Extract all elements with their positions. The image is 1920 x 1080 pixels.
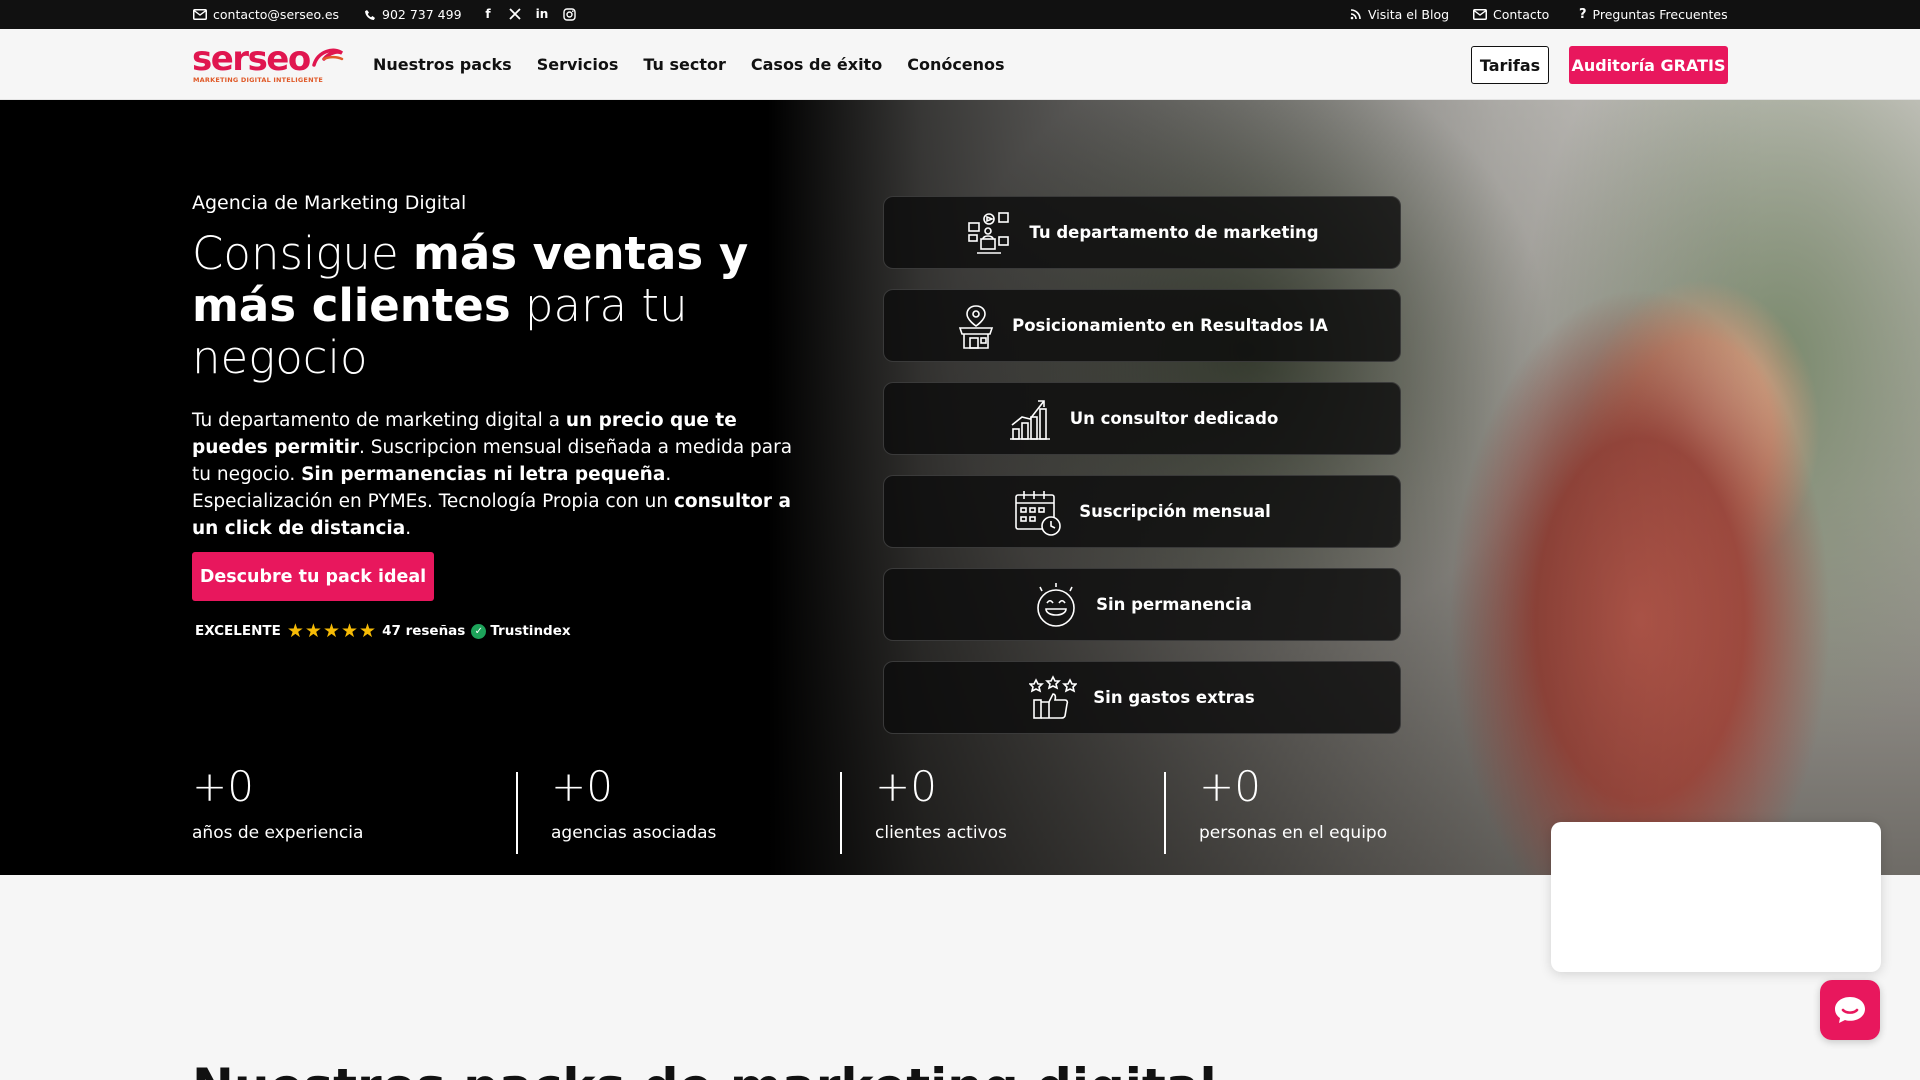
phone-icon [365, 9, 375, 20]
stat-value: +0 [551, 762, 613, 811]
location-store-icon [958, 304, 994, 349]
rss-icon [1350, 9, 1361, 20]
stat-label: personas en el equipo [1199, 823, 1388, 843]
contact-link[interactable]: Contacto [1473, 0, 1549, 29]
review-count: 47 reseñas [382, 623, 466, 639]
chat-popup[interactable] [1551, 822, 1881, 972]
stat-value: +0 [192, 762, 254, 811]
trustindex-text: Trustindex [490, 623, 571, 639]
nav-item-packs[interactable]: Nuestros packs [373, 55, 512, 74]
feature-card-marketing[interactable]: Tu departamento de marketing [883, 196, 1401, 269]
hero-subtitle: Agencia de Marketing Digital [192, 192, 467, 214]
chat-bubble-icon [1835, 997, 1865, 1023]
hero-title: Consigue más ventas y más clientes para … [192, 228, 772, 384]
blog-link[interactable]: Visita el Blog [1349, 0, 1449, 29]
stat-label: agencias asociadas [551, 823, 717, 843]
chat-launcher-button[interactable] [1820, 980, 1880, 1040]
logo-swoosh-icon [312, 48, 344, 67]
feature-label: Sin permanencia [1096, 595, 1252, 614]
feature-label: Tu departamento de marketing [1029, 223, 1319, 242]
growth-chart-icon [1009, 399, 1050, 440]
feature-label: Sin gastos extras [1093, 688, 1255, 707]
star-icon: ★ [322, 620, 340, 642]
happy-face-icon [1037, 582, 1075, 627]
logo-tagline: MARKETING DIGITAL INTELIGENTE [193, 76, 323, 84]
stat-label: años de experiencia [192, 823, 364, 843]
stat-agencies: +0 agencias asociadas [551, 762, 717, 844]
star-icon: ★ [304, 620, 322, 642]
stat-team: +0 personas en el equipo [1199, 762, 1388, 844]
feature-label: Posicionamiento en Resultados IA [1012, 316, 1328, 335]
feature-card-consultor[interactable]: Un consultor dedicado [883, 382, 1401, 455]
nav-item-conocenos[interactable]: Conócenos [907, 55, 1004, 74]
calendar-clock-icon [1015, 490, 1062, 536]
discover-pack-button[interactable]: Descubre tu pack ideal [192, 552, 434, 601]
stat-divider [1164, 772, 1166, 854]
feature-label: Un consultor dedicado [1069, 409, 1279, 428]
stat-value: +0 [875, 762, 937, 811]
nav-item-casos[interactable]: Casos de éxito [751, 55, 882, 74]
star-icon: ★ [286, 620, 304, 642]
faq-text: Preguntas Frecuentes [1592, 7, 1728, 22]
desc-highlight: Sin permanencias ni letra pequeña [301, 464, 666, 485]
stat-divider [516, 772, 518, 854]
blog-text: Visita el Blog [1368, 7, 1450, 22]
facebook-icon[interactable]: f [481, 7, 495, 21]
faq-link[interactable]: ? Preguntas Frecuentes [1579, 0, 1728, 29]
phone-link[interactable]: 902 737 499 [364, 0, 462, 29]
trustindex-rating[interactable]: EXCELENTE ★ ★ ★ ★ ★ 47 reseñas ✓ Trustindex [195, 620, 571, 642]
x-twitter-icon[interactable] [508, 7, 522, 21]
nav-item-sector[interactable]: Tu sector [643, 55, 726, 74]
stat-experience: +0 años de experiencia [192, 762, 364, 844]
rating-stars: ★ ★ ★ ★ ★ [286, 620, 377, 642]
email-text: contacto@serseo.es [213, 7, 340, 22]
stat-label: clientes activos [875, 823, 1007, 843]
email-link[interactable]: contacto@serseo.es [193, 0, 339, 29]
feature-card-permanencia[interactable]: Sin permanencia [883, 568, 1401, 641]
feature-card-suscripcion[interactable]: Suscripción mensual [883, 475, 1401, 548]
audit-button[interactable]: Auditoría GRATIS [1569, 46, 1728, 84]
question-icon: ? [1579, 7, 1587, 22]
logo-wordmark: serseo [192, 39, 311, 79]
phone-text: 902 737 499 [382, 7, 462, 22]
stat-divider [840, 772, 842, 854]
hero-section: Agencia de Marketing Digital Consigue má… [0, 100, 1920, 875]
packs-section-title: Nuestros packs de marketing digital [192, 1058, 1217, 1080]
nav-item-servicios[interactable]: Servicios [537, 55, 619, 74]
star-icon: ★ [359, 620, 377, 642]
serseo-logo[interactable]: serseo MARKETING DIGITAL INTELIGENTE [192, 39, 347, 88]
desc-text: . [405, 518, 412, 539]
stat-value: +0 [1199, 762, 1261, 811]
stat-clients: +0 clientes activos [875, 762, 1007, 844]
rating-label: EXCELENTE [195, 623, 281, 639]
verified-check-icon: ✓ [471, 623, 487, 639]
mail-icon [1473, 9, 1487, 20]
main-nav: Nuestros packs Servicios Tu sector Casos… [373, 29, 1005, 100]
linkedin-icon[interactable]: in [535, 7, 549, 21]
mail-icon [193, 9, 207, 20]
main-header: serseo MARKETING DIGITAL INTELIGENTE Nue… [0, 29, 1920, 100]
marketing-department-icon [968, 211, 1010, 254]
top-bar: contacto@serseo.es 902 737 499 f in Visi… [0, 0, 1920, 29]
feature-label: Suscripción mensual [1079, 502, 1271, 521]
instagram-icon[interactable] [562, 7, 576, 21]
contact-text: Contacto [1493, 7, 1550, 22]
feature-card-ia[interactable]: Posicionamiento en Resultados IA [883, 289, 1401, 362]
trustindex-badge: ✓ Trustindex [471, 623, 571, 639]
hero-description: Tu departamento de marketing digital a u… [192, 407, 812, 542]
star-icon: ★ [340, 620, 359, 642]
thumbs-up-stars-icon [1029, 674, 1078, 719]
feature-card-gastos[interactable]: Sin gastos extras [883, 661, 1401, 734]
desc-text: Tu departamento de marketing digital a [192, 410, 566, 431]
tarifas-button[interactable]: Tarifas [1471, 46, 1549, 84]
hero-title-part: Consigue [192, 227, 413, 280]
